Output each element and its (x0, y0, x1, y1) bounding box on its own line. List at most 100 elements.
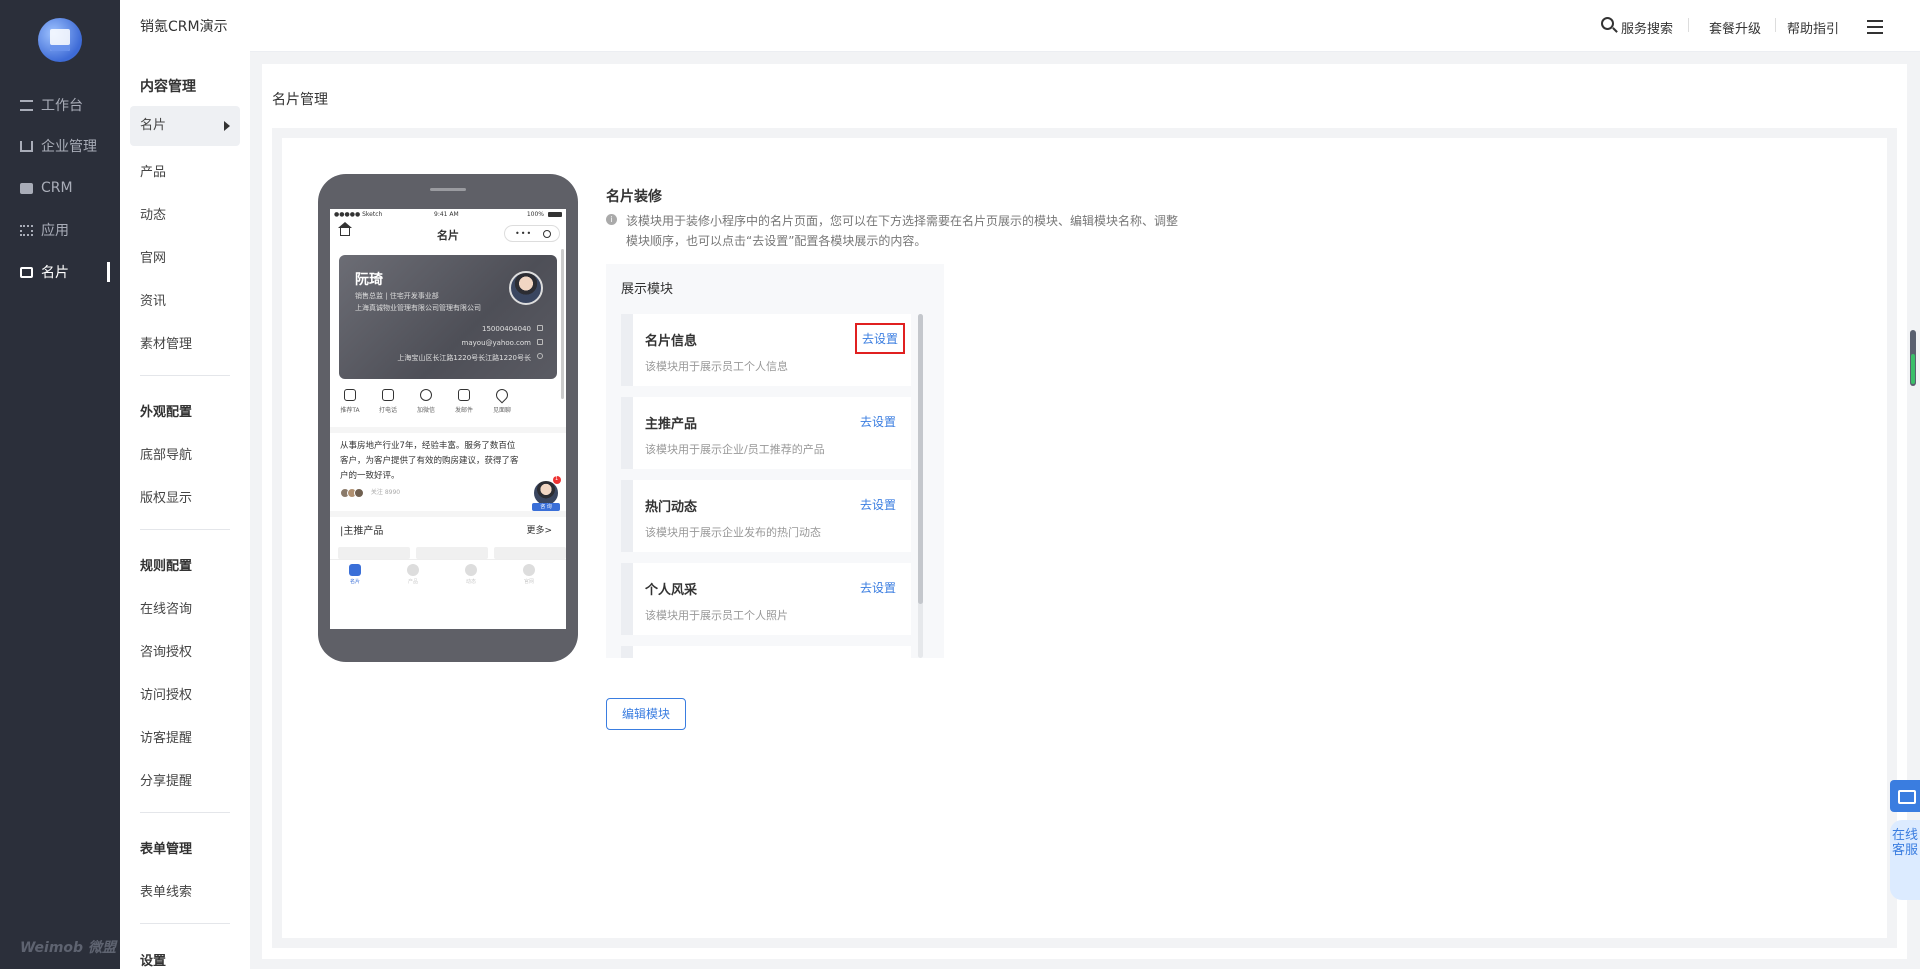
phone-tab-bar: 名片 产品 动态 官网 (330, 559, 566, 591)
sub-item-moments[interactable]: 动态 (140, 204, 166, 223)
globe-icon (523, 564, 535, 576)
module-settings-link[interactable]: 去设置 (860, 579, 896, 596)
card-company: 上海真诚物业管理有限公司管理有限公司 (355, 304, 481, 312)
sub-menu: 内容管理 名片 产品 动态 官网 资讯 素材管理 外观配置 底部导航 版权显示 … (120, 0, 250, 969)
module-settings-link[interactable]: 去设置 (860, 496, 896, 513)
nav-item-org[interactable]: 企业管理 (20, 134, 97, 158)
action-call: 打电话 (368, 389, 408, 414)
chat-icon[interactable] (1890, 780, 1920, 812)
card-icon (349, 564, 361, 576)
crm-icon (20, 182, 33, 194)
product-thumb (338, 547, 410, 559)
module-settings-link[interactable]: 去设置 (860, 413, 896, 430)
sub-item-materials[interactable]: 素材管理 (140, 333, 192, 352)
sub-item-share-alert[interactable]: 分享提醒 (140, 770, 192, 789)
tab-label: 官网 (523, 579, 534, 585)
nav-active-indicator (107, 262, 110, 282)
divider (330, 511, 566, 517)
module-item[interactable]: 个人风采 该模块用于展示员工个人照片 去设置 (621, 563, 911, 635)
card-name: 阮琦 (355, 272, 383, 288)
upgrade-link[interactable]: 套餐升级 (1709, 18, 1761, 37)
module-name: 个人风采 (645, 583, 698, 598)
mail-icon (458, 389, 470, 401)
nav-item-card[interactable]: 名片 (20, 260, 69, 284)
section-title: 名片装修 (606, 189, 662, 205)
sub-item-consult-auth[interactable]: 咨询授权 (140, 641, 192, 660)
search-icon[interactable] (1601, 17, 1614, 30)
module-item[interactable]: 热门动态 该模块用于展示企业发布的热门动态 去设置 (621, 480, 911, 552)
badge-count: 1 (555, 476, 559, 482)
status-battery: 100% (526, 211, 544, 218)
divider (140, 923, 230, 924)
app-title: 销氪CRM演示 (140, 19, 228, 35)
module-item[interactable]: 名片信息 该模块用于展示员工个人信息 去设置 (621, 314, 911, 386)
service-search-link[interactable]: 服务搜索 (1621, 18, 1673, 37)
edit-modules-button[interactable]: 编辑模块 (606, 698, 686, 730)
caret-right-icon (224, 121, 230, 131)
notification-badge: 1 (553, 476, 561, 484)
status-bar: ●●●●● Sketch 9:41 AM 100% (330, 209, 566, 221)
sub-item-product[interactable]: 产品 (140, 161, 166, 180)
nav-item-label: 企业管理 (41, 139, 97, 155)
sub-item-visit-auth[interactable]: 访问授权 (140, 684, 192, 703)
nav-item-label: 工作台 (41, 98, 83, 114)
sub-item-website[interactable]: 官网 (140, 247, 166, 266)
sub-group-settings[interactable]: 设置 (140, 950, 166, 969)
phone-preview: ●●●●● Sketch 9:41 AM 100% 名片 ••• 阮琦 销售总监… (318, 174, 578, 662)
action-label: 见面聊 (492, 407, 511, 414)
business-card: 阮琦 销售总监 | 住宅开发事业部 上海真诚物业管理有限公司管理有限公司 150… (339, 255, 557, 379)
close-ring-icon (543, 230, 551, 238)
sub-group-appearance: 外观配置 (140, 405, 193, 420)
brand-logo: Weimob 微盟 (20, 940, 116, 956)
nav-item-workbench[interactable]: 工作台 (20, 93, 83, 117)
card-email: mayou@yahoo.com (461, 339, 531, 347)
nav-item-crm[interactable]: CRM (20, 176, 73, 200)
sub-item-visitor-alert[interactable]: 访客提醒 (140, 727, 192, 746)
nav-item-apps[interactable]: 应用 (20, 218, 69, 242)
apps-icon (20, 224, 33, 236)
sub-item-label: 名片 (140, 118, 167, 133)
sub-item-online-consult[interactable]: 在线咨询 (140, 598, 192, 617)
sub-item-copyright[interactable]: 版权显示 (140, 487, 192, 506)
product-thumb (416, 547, 488, 559)
info-icon: i (606, 214, 617, 225)
phone-tab-card: 名片 (340, 564, 370, 585)
module-item[interactable]: 主推产品 该模块用于展示企业/员工推荐的产品 去设置 (621, 397, 911, 469)
action-meet: 见面聊 (482, 386, 522, 414)
card-actions: 推荐TA 打电话 加微信 发邮件 见面聊 (330, 386, 566, 423)
scrollbar-thumb[interactable] (918, 314, 923, 604)
main-panel: 名片管理 ●●●●● Sketch 9:41 AM 100% 名片 ••• 阮琦… (262, 64, 1907, 959)
top-bar: 销氪CRM演示 服务搜索 套餐升级 帮助指引 (140, 0, 1920, 52)
nav-item-label: CRM (41, 180, 73, 196)
phone-icon (537, 325, 543, 331)
location-icon (537, 353, 543, 359)
module-name: 名片信息 (645, 334, 698, 349)
online-service-button[interactable]: 在线客服 (1890, 820, 1920, 900)
action-label: 推荐TA (340, 407, 360, 414)
card-icon (20, 266, 33, 278)
module-item[interactable] (621, 646, 911, 658)
page-scrollbar[interactable] (1910, 330, 1916, 386)
module-scrollbar[interactable] (918, 314, 923, 658)
module-box-title: 展示模块 (621, 282, 674, 297)
module-name: 热门动态 (645, 500, 698, 515)
hamburger-menu-icon[interactable] (1867, 20, 1883, 34)
product-thumb (494, 547, 566, 559)
module-settings-link[interactable]: 去设置 (854, 323, 906, 354)
tab-label: 产品 (407, 579, 418, 585)
tab-label: 名片 (349, 579, 360, 585)
divider (140, 529, 230, 530)
app-logo[interactable] (38, 18, 82, 62)
help-link[interactable]: 帮助指引 (1787, 18, 1839, 37)
mail-icon (537, 339, 543, 345)
sub-item-card[interactable]: 名片 (130, 106, 240, 146)
action-label: 打电话 (378, 407, 397, 414)
sub-item-form-leads[interactable]: 表单线索 (140, 881, 192, 900)
module-list-box: 展示模块 名片信息 该模块用于展示员工个人信息 去设置 主推产品 该模块用于展示… (606, 264, 944, 658)
product-more-link: 更多> (526, 526, 552, 536)
sub-item-bottom-nav[interactable]: 底部导航 (140, 444, 192, 463)
sub-item-news[interactable]: 资讯 (140, 290, 166, 309)
box-icon (407, 564, 419, 576)
phone-scrollbar (561, 249, 564, 399)
sub-menu-title: 内容管理 (140, 79, 196, 95)
